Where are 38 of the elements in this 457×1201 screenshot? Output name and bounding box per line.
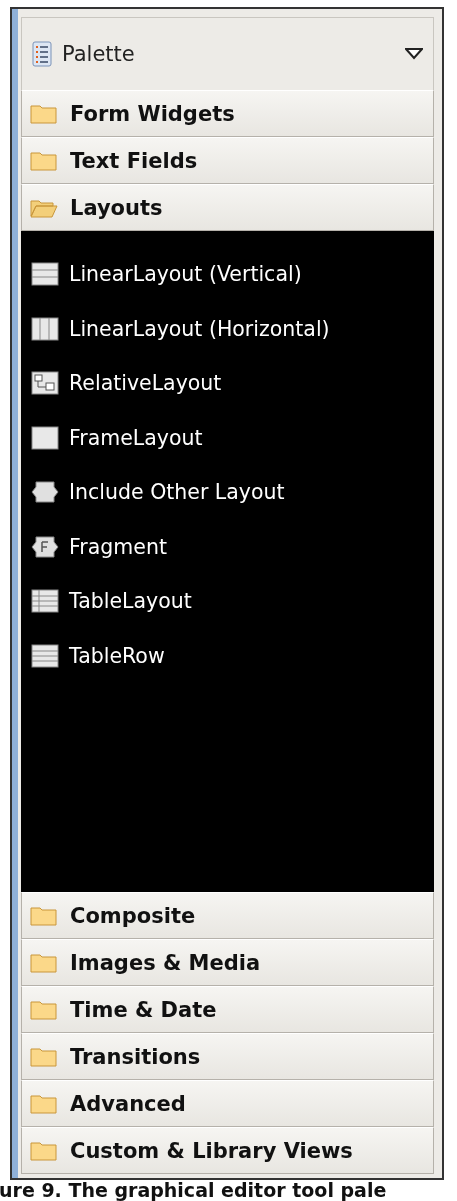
dropdown-triangle-icon[interactable]: [405, 48, 423, 60]
palette-title: Palette: [62, 42, 136, 66]
square-icon: [31, 424, 59, 451]
palette-item[interactable]: LinearLayout (Horizontal): [69, 316, 330, 341]
palette-item[interactable]: LinearLayout (Vertical): [69, 262, 302, 287]
folder-icon: [30, 1046, 58, 1067]
palette-item[interactable]: FrameLayout: [69, 425, 203, 450]
drawer-header[interactable]: Time & Date: [21, 986, 434, 1033]
drawer-header[interactable]: Composite: [21, 892, 434, 939]
horizontal-lines-icon: [31, 261, 59, 288]
vertical-lines-icon: [31, 315, 59, 342]
palette-item[interactable]: TableLayout: [69, 589, 192, 614]
drawer-header[interactable]: Custom & Library Views: [21, 1127, 434, 1174]
folder-icon: [30, 103, 58, 124]
folder-icon: [30, 952, 58, 973]
folder-icon: [30, 905, 58, 926]
drawer-header[interactable]: Images & Media: [21, 939, 434, 986]
drawer-header[interactable]: Text Fields: [21, 137, 434, 184]
drawer-header[interactable]: Transitions: [21, 1033, 434, 1080]
palette-item[interactable]: RelativeLayout: [69, 371, 222, 396]
folder-icon: [30, 999, 58, 1020]
open-folder-icon: [30, 197, 58, 218]
figure-caption: ure 9. The graphical editor tool pale: [0, 1180, 388, 1199]
drawer-header[interactable]: Advanced: [21, 1080, 434, 1127]
folder-icon: [30, 1093, 58, 1114]
palette-item[interactable]: TableRow: [69, 643, 165, 668]
folder-icon: [30, 1140, 58, 1161]
palette-list-icon: [32, 41, 52, 67]
include-icon: [31, 479, 59, 506]
drawer-header[interactable]: Form Widgets: [21, 90, 434, 137]
drawer-header[interactable]: Layouts: [21, 184, 434, 231]
folder-icon: [30, 150, 58, 171]
relative-boxes-icon: [31, 370, 59, 397]
table-row-icon: [31, 642, 59, 669]
table-icon: [31, 588, 59, 615]
palette-item[interactable]: Fragment: [69, 534, 167, 559]
palette-item[interactable]: Include Other Layout: [69, 480, 285, 505]
fragment-icon: [31, 533, 59, 560]
